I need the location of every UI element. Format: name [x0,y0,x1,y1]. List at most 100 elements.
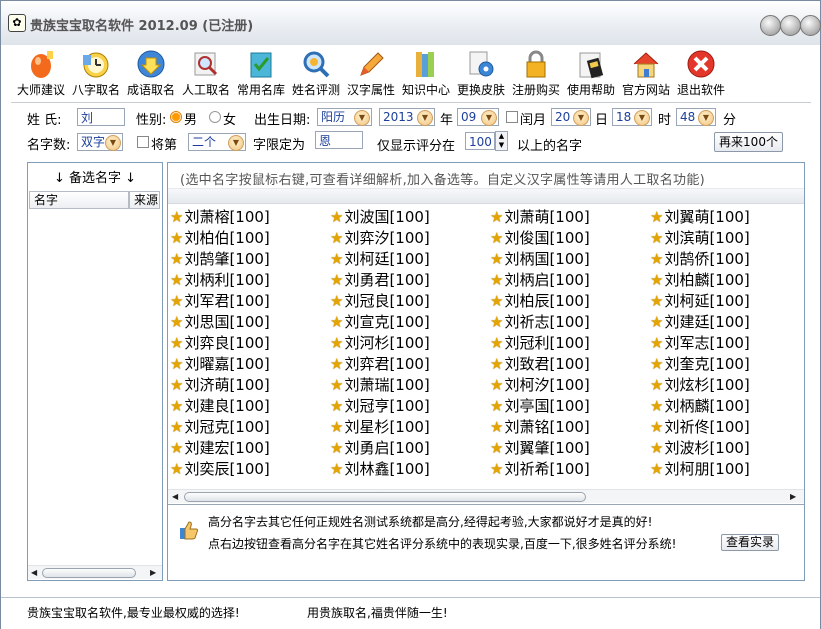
star-icon: ★ [170,376,184,394]
name-item[interactable]: ★刘宣克[100] [330,312,430,333]
position-select[interactable]: 二个 ▼ [188,133,246,151]
toolbar-manual-naming[interactable]: 人工取名 [178,47,234,101]
name-item[interactable]: ★刘波杉[100] [650,438,750,459]
toolbar-bazi-naming[interactable]: 八字取名 [68,47,124,101]
shortlist-col-source[interactable]: 来源 [129,191,160,209]
name-item[interactable]: ★刘勇启[100] [330,438,430,459]
score-threshold-input[interactable]: 100 [465,132,495,150]
name-item[interactable]: ★刘柄国[100] [490,249,590,270]
name-item[interactable]: ★刘奎克[100] [650,354,750,375]
name-item[interactable]: ★刘祈佟[100] [650,417,750,438]
toolbar-help[interactable]: 使用帮助 [563,47,619,101]
name-item[interactable]: ★刘曜嘉[100] [170,354,270,375]
shortlist-hscrollbar[interactable]: ◀ ▶ [28,565,162,579]
name-item[interactable]: ★刘炫杉[100] [650,375,750,396]
name-count-select[interactable]: 双字 ▼ [77,133,123,151]
name-item[interactable]: ★刘致君[100] [490,354,590,375]
name-item[interactable]: ★刘冠亨[100] [330,396,430,417]
name-item[interactable]: ★刘俊国[100] [490,228,590,249]
name-text: 刘星杉[100] [344,418,430,436]
name-item[interactable]: ★刘萧铭[100] [490,417,590,438]
name-item[interactable]: ★刘萧萌[100] [490,207,590,228]
toolbar-master-advice[interactable]: 大师建议 [13,47,69,101]
toolbar-exit[interactable]: 退出软件 [673,47,729,101]
name-item[interactable]: ★刘滨萌[100] [650,228,750,249]
name-item[interactable]: ★刘柏麟[100] [650,270,750,291]
name-item[interactable]: ★刘勇君[100] [330,270,430,291]
fixed-char-input[interactable]: 恩 [315,131,363,149]
scroll-thumb[interactable] [42,568,136,578]
name-item[interactable]: ★刘柄麟[100] [650,396,750,417]
day-select[interactable]: 20 ▼ [551,108,591,126]
maximize-button[interactable] [780,15,801,36]
star-icon: ★ [490,418,504,436]
name-item[interactable]: ★刘弈良[100] [170,333,270,354]
more-names-button[interactable]: 再来100个 [714,132,783,152]
name-item[interactable]: ★刘冠良[100] [330,291,430,312]
fixed-position-checkbox[interactable] [137,136,149,148]
surname-input[interactable]: 刘 [77,108,125,126]
name-item[interactable]: ★刘柯汐[100] [490,375,590,396]
name-item[interactable]: ★刘柄利[100] [170,270,270,291]
name-item[interactable]: ★刘祈希[100] [490,459,590,480]
name-item[interactable]: ★刘军志[100] [650,333,750,354]
close-window-button[interactable] [800,15,821,36]
view-records-button[interactable]: 查看实录 [721,534,779,551]
name-item[interactable]: ★刘柯廷[100] [330,249,430,270]
minute-select[interactable]: 48 ▼ [676,108,716,126]
name-item[interactable]: ★刘军君[100] [170,291,270,312]
score-spinner[interactable]: ▲ ▼ [495,131,508,151]
name-item[interactable]: ★刘林鑫[100] [330,459,430,480]
name-item[interactable]: ★刘鹄肇[100] [170,249,270,270]
scroll-thumb[interactable] [184,492,586,502]
name-item[interactable]: ★刘弈汐[100] [330,228,430,249]
gender-male-radio[interactable] [170,111,182,123]
name-item[interactable]: ★刘冠克[100] [170,417,270,438]
name-item[interactable]: ★刘柄启[100] [490,270,590,291]
name-item[interactable]: ★刘鹄侨[100] [650,249,750,270]
name-item[interactable]: ★刘翼肇[100] [490,438,590,459]
toolbar-idiom-naming[interactable]: 成语取名 [123,47,179,101]
name-item[interactable]: ★刘祈志[100] [490,312,590,333]
chevron-down-icon: ▼ [698,110,714,126]
scroll-right-icon[interactable]: ▶ [790,492,796,501]
leap-month-checkbox[interactable] [506,111,518,123]
toolbar-character-attributes[interactable]: 汉字属性 [343,47,399,101]
scroll-left-icon[interactable]: ◀ [172,492,178,501]
name-item[interactable]: ★刘弈君[100] [330,354,430,375]
gender-female-radio[interactable] [209,111,221,123]
name-item[interactable]: ★刘柏辰[100] [490,291,590,312]
hour-select[interactable]: 18 ▼ [612,108,652,126]
name-item[interactable]: ★刘建廷[100] [650,312,750,333]
toolbar-official-site[interactable]: 官方网站 [618,47,674,101]
toolbar-knowledge-center[interactable]: 知识中心 [398,47,454,101]
name-item[interactable]: ★刘柯朋[100] [650,459,750,480]
name-item[interactable]: ★刘济萌[100] [170,375,270,396]
year-select[interactable]: 2013 ▼ [379,108,435,126]
name-item[interactable]: ★刘建良[100] [170,396,270,417]
name-item[interactable]: ★刘萧瑞[100] [330,375,430,396]
toolbar-common-names[interactable]: 常用名库 [233,47,289,101]
name-item[interactable]: ★刘思国[100] [170,312,270,333]
name-item[interactable]: ★刘萧榕[100] [170,207,270,228]
name-item[interactable]: ★刘亭国[100] [490,396,590,417]
scroll-right-icon[interactable]: ▶ [150,568,156,577]
name-item[interactable]: ★刘波国[100] [330,207,430,228]
calendar-type-select[interactable]: 阳历 ▼ [317,108,372,126]
shortlist-col-name[interactable]: 名字 [29,191,129,209]
name-item[interactable]: ★刘建宏[100] [170,438,270,459]
name-item[interactable]: ★刘星杉[100] [330,417,430,438]
toolbar-register-buy[interactable]: 注册购买 [508,47,564,101]
toolbar-change-skin[interactable]: 更换皮肤 [453,47,509,101]
name-item[interactable]: ★刘河杉[100] [330,333,430,354]
minimize-button[interactable] [760,15,781,36]
name-item[interactable]: ★刘翼萌[100] [650,207,750,228]
names-hscrollbar[interactable]: ◀ ▶ [168,489,804,503]
name-item[interactable]: ★刘柏伯[100] [170,228,270,249]
name-item[interactable]: ★刘奕辰[100] [170,459,270,480]
name-item[interactable]: ★刘柯延[100] [650,291,750,312]
scroll-left-icon[interactable]: ◀ [31,568,37,577]
month-select[interactable]: 09 ▼ [457,108,499,126]
toolbar-name-evaluation[interactable]: 姓名评测 [288,47,344,101]
name-item[interactable]: ★刘冠利[100] [490,333,590,354]
